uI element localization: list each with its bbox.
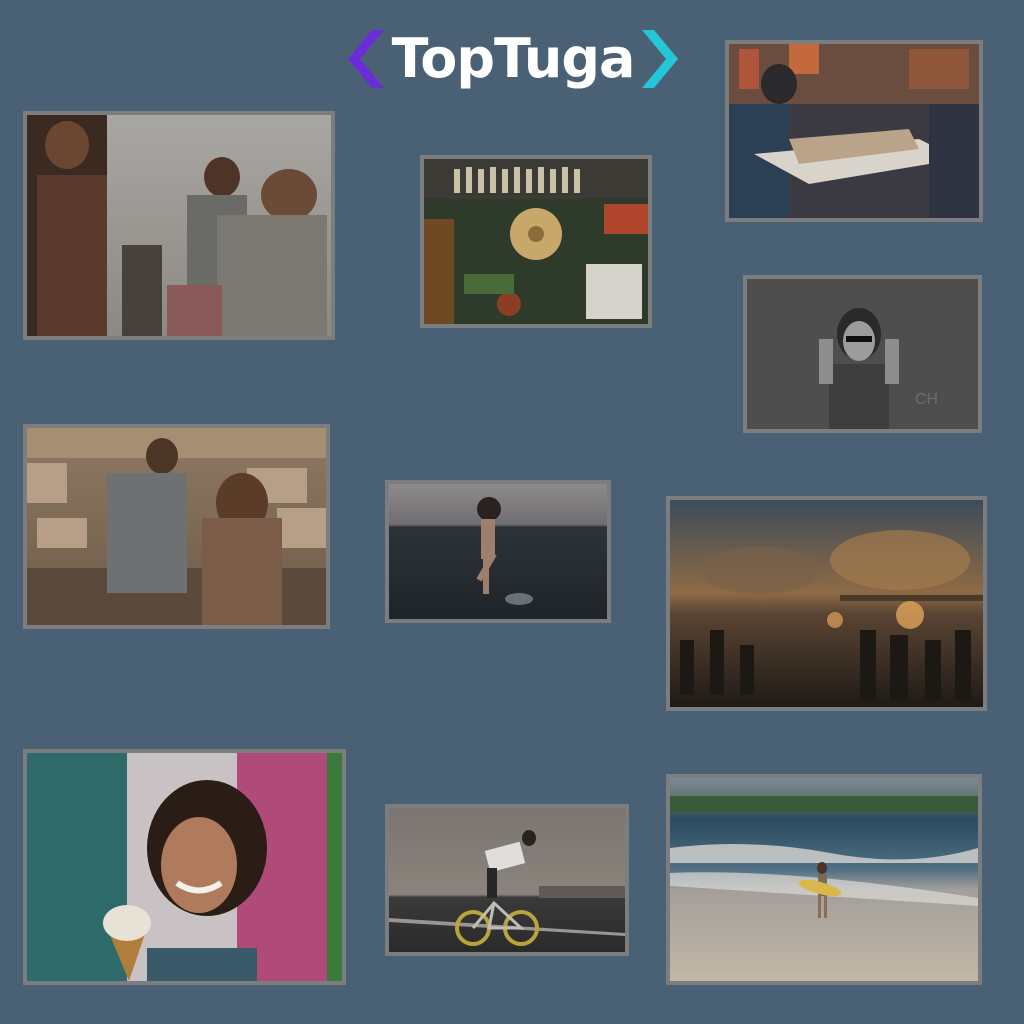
- friends-party-photo[interactable]: [23, 111, 335, 340]
- ice-cream-woman-photo[interactable]: [23, 749, 346, 985]
- night-market-snack-photo[interactable]: [725, 40, 983, 222]
- woman-wading-sea-photo[interactable]: [385, 480, 611, 623]
- couple-city-view-photo[interactable]: [23, 424, 330, 629]
- surfer-beach-photo[interactable]: [666, 774, 982, 985]
- right-chevron-icon: [642, 30, 679, 88]
- evening-market-photo[interactable]: [666, 496, 987, 711]
- toptuga-logo[interactable]: TopTuga: [342, 24, 684, 94]
- street-food-stall-photo[interactable]: [420, 155, 652, 328]
- left-chevron-icon: [347, 30, 384, 88]
- cyclist-road-photo[interactable]: [385, 804, 629, 956]
- svg-text:CH: CH: [915, 391, 938, 408]
- woman-graffiti-wall-photo[interactable]: CH: [743, 275, 982, 433]
- logo-wordmark: TopTuga: [391, 27, 636, 90]
